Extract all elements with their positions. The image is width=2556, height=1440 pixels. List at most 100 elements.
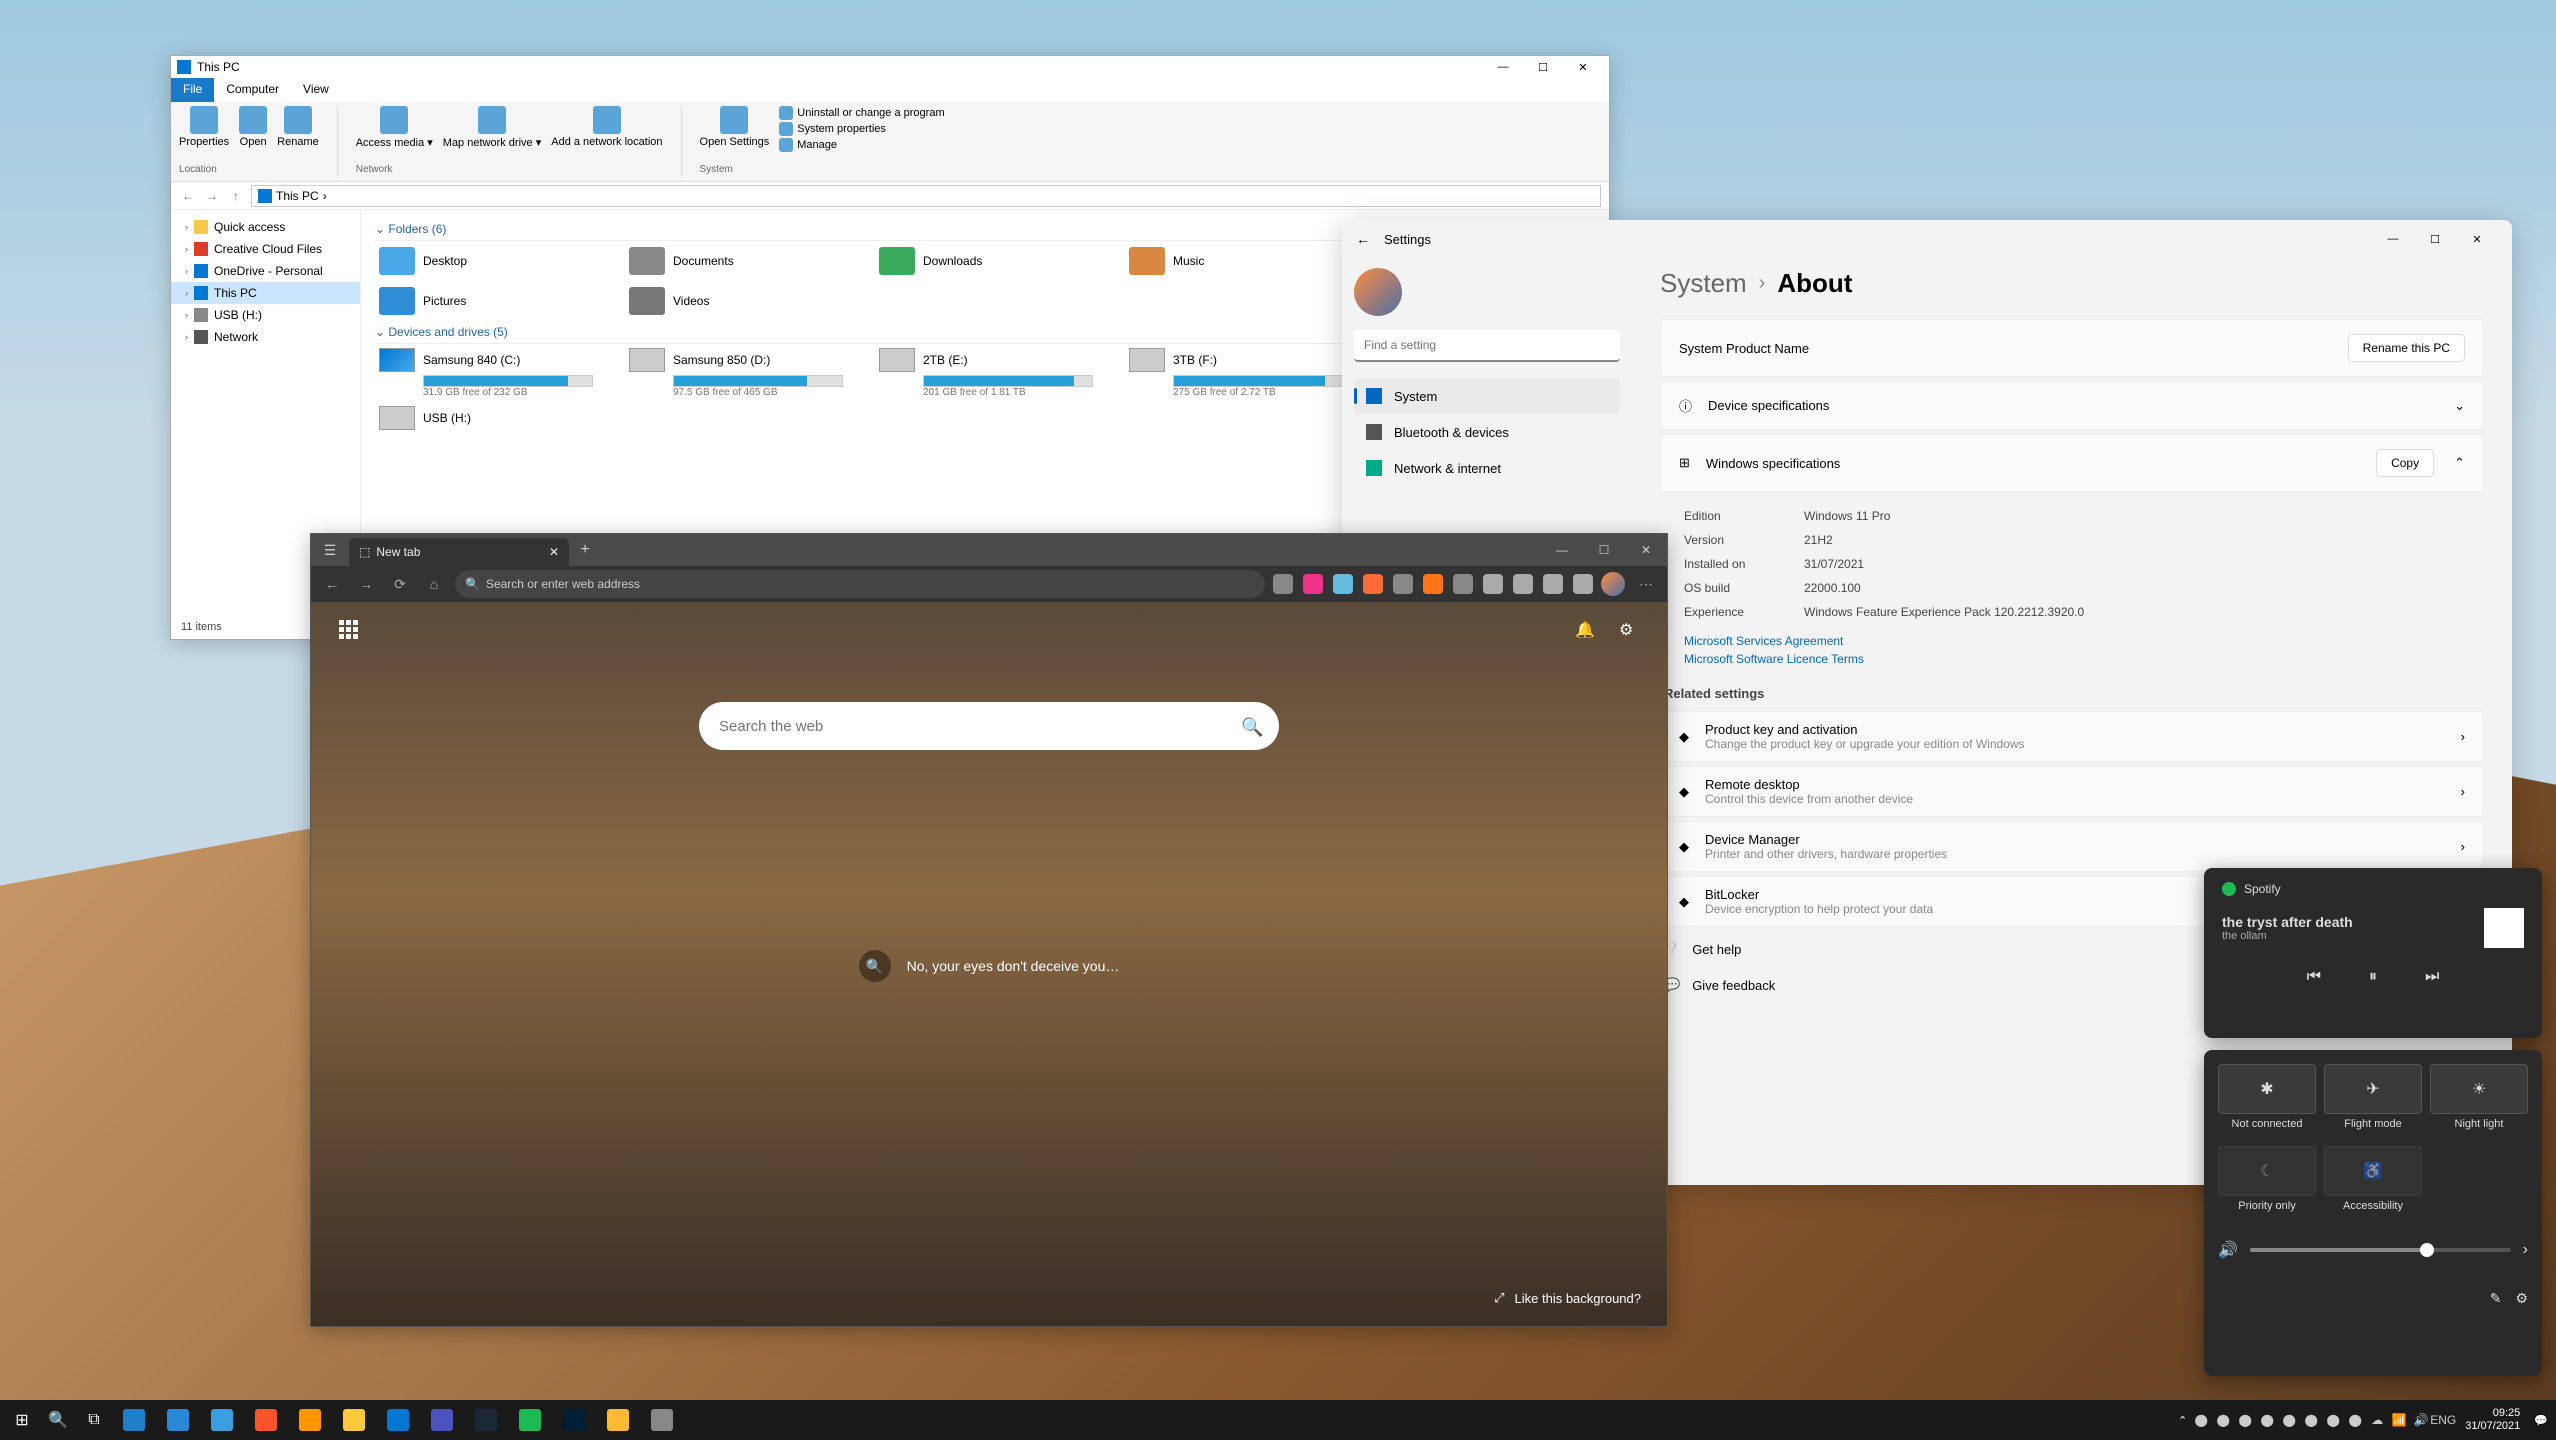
qs-tile-not-connected[interactable]: ✱	[2218, 1064, 2316, 1114]
taskbar-app-edge-dev[interactable]	[160, 1402, 196, 1438]
extension-icon[interactable]	[1393, 574, 1413, 594]
refresh-button[interactable]: ⟳	[387, 571, 413, 597]
ribbon-uninstall[interactable]: Uninstall or change a program	[779, 106, 944, 120]
folder-documents[interactable]: Documents	[625, 241, 875, 281]
sidebar-network[interactable]: ›Network	[171, 326, 360, 348]
ribbon-sys-props[interactable]: System properties	[779, 122, 944, 136]
folder-videos[interactable]: Videos	[625, 281, 875, 321]
close-button[interactable]: ✕	[2456, 224, 2498, 254]
nav-network-internet[interactable]: Network & internet	[1354, 450, 1620, 486]
edge-titlebar[interactable]: ☰ ⬚ New tab ✕ + — ☐ ✕	[311, 534, 1667, 566]
ribbon-add-location[interactable]: Add a network location	[551, 106, 662, 163]
qs-tile-night-light[interactable]: ☀	[2430, 1064, 2528, 1114]
extension-icon[interactable]	[1483, 574, 1503, 594]
edit-quick-settings-button[interactable]: ✎	[2490, 1290, 2502, 1307]
back-button[interactable]: ←	[1356, 231, 1370, 247]
settings-titlebar[interactable]: ← Settings — ☐ ✕	[1342, 220, 2512, 258]
address-bar[interactable]: 🔍 Search or enter web address	[455, 570, 1265, 598]
back-button[interactable]: ←	[319, 571, 345, 597]
extension-icon[interactable]	[1333, 574, 1353, 594]
extension-icon[interactable]	[1573, 574, 1593, 594]
drive-item[interactable]: Samsung 840 (C:)31.9 GB free of 232 GB	[375, 344, 625, 402]
clock[interactable]: 09:25 31/07/2021	[2457, 1407, 2528, 1433]
extension-icon[interactable]	[1543, 574, 1563, 594]
extension-icon[interactable]	[1303, 574, 1323, 594]
taskbar-app-firefox[interactable]	[292, 1402, 328, 1438]
tray-icon[interactable]: ⬤	[2281, 1412, 2297, 1428]
folder-pictures[interactable]: Pictures	[375, 281, 625, 321]
link[interactable]: Microsoft Services Agreement	[1660, 632, 2484, 650]
notifications-button[interactable]: 💬	[2534, 1414, 2548, 1427]
taskbar-app-settings[interactable]	[644, 1402, 680, 1438]
taskbar-app-steam[interactable]	[468, 1402, 504, 1438]
address-bar[interactable]: This PC ›	[251, 185, 1601, 207]
close-tab-button[interactable]: ✕	[549, 545, 559, 559]
maximize-button[interactable]: ☐	[1583, 534, 1625, 566]
user-avatar[interactable]	[1354, 268, 1402, 316]
tray-icon[interactable]: ⬤	[2259, 1412, 2275, 1428]
minimize-button[interactable]: —	[1541, 534, 1583, 566]
web-search-box[interactable]: 🔍	[699, 702, 1279, 750]
drive-item[interactable]: 3TB (F:)275 GB free of 2.72 TB	[1125, 344, 1375, 402]
maximize-button[interactable]: ☐	[2414, 224, 2456, 254]
minimize-button[interactable]: —	[2372, 224, 2414, 254]
copy-button[interactable]: Copy	[2376, 449, 2434, 477]
nav-up-button[interactable]: ↑	[227, 189, 245, 203]
extension-icon[interactable]	[1513, 574, 1533, 594]
minimize-button[interactable]: —	[1483, 56, 1523, 78]
ribbon-rename[interactable]: Rename	[277, 106, 319, 163]
taskbar-app-photoshop[interactable]	[556, 1402, 592, 1438]
extension-icon[interactable]	[1363, 574, 1383, 594]
related-remote-desktop[interactable]: ◆Remote desktopControl this device from …	[1660, 766, 2484, 817]
sidebar-creative-cloud[interactable]: ›Creative Cloud Files	[171, 238, 360, 260]
folder-desktop[interactable]: Desktop	[375, 241, 625, 281]
volume-icon[interactable]: 🔊	[2218, 1240, 2238, 1260]
search-button[interactable]: 🔍	[44, 1406, 72, 1434]
rename-pc-button[interactable]: Rename this PC	[2348, 334, 2465, 362]
sidebar-this-pc[interactable]: ›This PC	[171, 282, 360, 304]
tab-file[interactable]: File	[171, 78, 214, 102]
profile-avatar[interactable]	[1601, 572, 1625, 596]
ribbon-manage[interactable]: Manage	[779, 138, 944, 152]
tray-icon[interactable]: ⬤	[2193, 1412, 2209, 1428]
close-button[interactable]: ✕	[1563, 56, 1603, 78]
taskview-button[interactable]: ⧉	[80, 1406, 108, 1434]
tray-volume-icon[interactable]: 🔊	[2413, 1412, 2429, 1428]
sidebar-usb[interactable]: ›USB (H:)	[171, 304, 360, 326]
close-button[interactable]: ✕	[1625, 534, 1667, 566]
browser-tab[interactable]: ⬚ New tab ✕	[349, 538, 569, 566]
qs-tile-flight-mode[interactable]: ✈	[2324, 1064, 2422, 1114]
tray-icon[interactable]: ⬤	[2325, 1412, 2341, 1428]
menu-button[interactable]: ⋯	[1633, 571, 1659, 597]
notifications-icon[interactable]: 🔔	[1575, 620, 1595, 640]
tray-chevron[interactable]: ⌃	[2178, 1414, 2187, 1427]
ribbon-map-drive[interactable]: Map network drive ▾	[443, 106, 541, 163]
tray-icon[interactable]: ⬤	[2237, 1412, 2253, 1428]
tray-language-icon[interactable]: ENG	[2435, 1412, 2451, 1428]
tray-icon[interactable]: ⬤	[2347, 1412, 2363, 1428]
taskbar-app-spotify[interactable]	[512, 1402, 548, 1438]
taskbar-app-explorer[interactable]	[336, 1402, 372, 1438]
forward-button[interactable]: →	[353, 571, 379, 597]
apps-grid-icon[interactable]	[339, 620, 365, 646]
nav-bluetooth-devices[interactable]: Bluetooth & devices	[1354, 414, 1620, 450]
media-source[interactable]: Spotify	[2222, 882, 2524, 896]
qs-tile-accessibility[interactable]: ♿	[2324, 1146, 2422, 1196]
folder-music[interactable]: Music	[1125, 241, 1375, 281]
tray-network-icon[interactable]: 📶	[2391, 1412, 2407, 1428]
qs-tile-priority-only[interactable]: ☾	[2218, 1146, 2316, 1196]
sidebar-quick-access[interactable]: ›Quick access	[171, 216, 360, 238]
ribbon-open-settings[interactable]: Open Settings	[700, 106, 770, 163]
windows-spec-card[interactable]: ⊞Windows specifications Copy⌃	[1660, 434, 2484, 492]
taskbar-app-outlook[interactable]	[380, 1402, 416, 1438]
ribbon-properties[interactable]: Properties	[179, 106, 229, 163]
tab-computer[interactable]: Computer	[214, 78, 291, 102]
next-track-button[interactable]: ⏭	[2425, 968, 2439, 986]
drive-item[interactable]: Samsung 850 (D:)97.5 GB free of 465 GB	[625, 344, 875, 402]
page-settings-icon[interactable]: ⚙	[1619, 620, 1639, 640]
nav-system[interactable]: System	[1354, 378, 1620, 414]
all-settings-button[interactable]: ⚙	[2515, 1290, 2528, 1307]
ribbon-open[interactable]: Open	[239, 106, 267, 163]
volume-slider[interactable]	[2250, 1248, 2511, 1252]
settings-search[interactable]	[1354, 330, 1620, 362]
